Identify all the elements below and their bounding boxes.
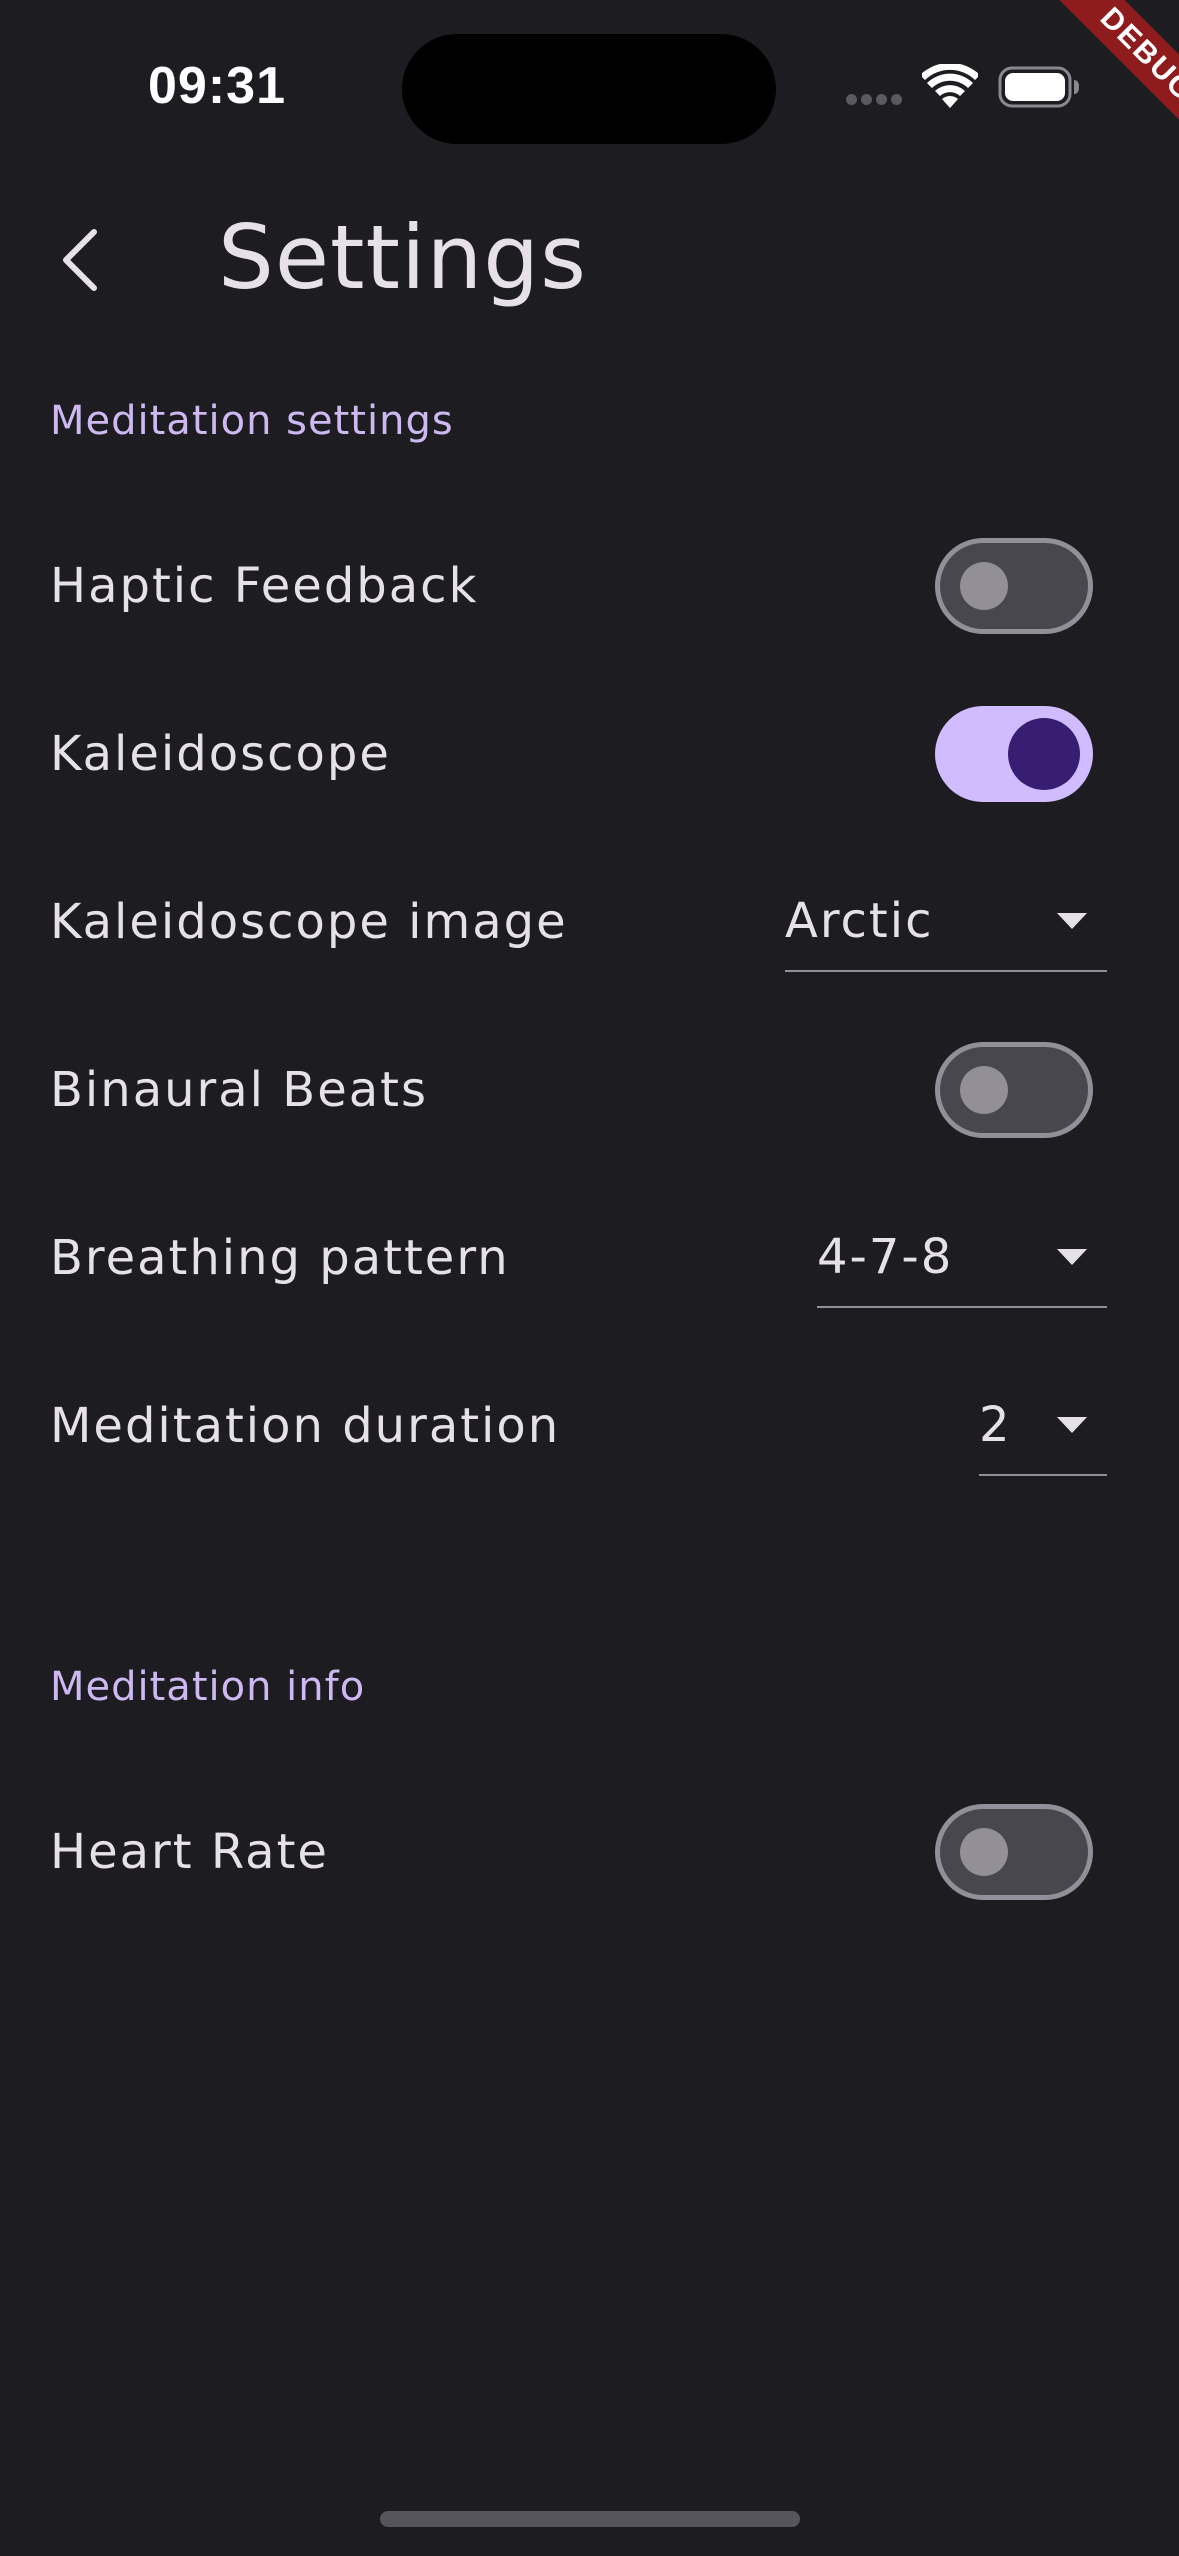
switch-knob: [960, 562, 1008, 610]
setting-label: Breathing pattern: [50, 1230, 510, 1286]
switch-knob: [960, 1066, 1008, 1114]
switch-knob: [960, 1828, 1008, 1876]
setting-row-kaleidoscope: Kaleidoscope: [0, 670, 1179, 838]
setting-label: Binaural Beats: [50, 1062, 428, 1118]
status-time: 09:31: [148, 57, 286, 115]
home-indicator[interactable]: [380, 2511, 800, 2527]
wifi-icon: [922, 64, 978, 108]
debug-banner-label: DEBUG: [1024, 0, 1179, 178]
back-button[interactable]: [30, 210, 130, 310]
setting-label: Haptic Feedback: [50, 558, 479, 614]
setting-row-binaural-beats: Binaural Beats: [0, 1006, 1179, 1174]
dropdown-value: 2: [979, 1397, 1012, 1453]
arrow-drop-down-icon: [1057, 1249, 1087, 1265]
setting-row-heart-rate: Heart Rate: [0, 1768, 1179, 1936]
dynamic-island: [402, 34, 776, 144]
heart-rate-switch[interactable]: [935, 1804, 1093, 1900]
dropdown-value: Arctic: [785, 893, 934, 949]
haptic-feedback-switch[interactable]: [935, 538, 1093, 634]
setting-row-breathing-pattern: Breathing pattern 4-7-8: [0, 1174, 1179, 1342]
cellular-signal-icon: [846, 94, 904, 110]
section-header-meditation-settings: Meditation settings: [50, 398, 454, 444]
section-header-meditation-info: Meditation info: [50, 1664, 366, 1710]
setting-label: Meditation duration: [50, 1398, 561, 1454]
arrow-drop-down-icon: [1057, 913, 1087, 929]
setting-label: Heart Rate: [50, 1824, 329, 1880]
dropdown-value: 4-7-8: [817, 1229, 954, 1285]
binaural-beats-switch[interactable]: [935, 1042, 1093, 1138]
setting-row-haptic-feedback: Haptic Feedback: [0, 502, 1179, 670]
meditation-duration-dropdown[interactable]: 2: [979, 1376, 1107, 1476]
chevron-left-icon: [63, 229, 97, 291]
kaleidoscope-image-dropdown[interactable]: Arctic: [785, 872, 1107, 972]
arrow-drop-down-icon: [1057, 1417, 1087, 1433]
settings-screen: 09:31 DEBUG Settings Meditation settings…: [0, 0, 1179, 2556]
setting-label: Kaleidoscope image: [50, 894, 568, 950]
page-title: Settings: [218, 206, 587, 309]
setting-row-meditation-duration: Meditation duration 2: [0, 1342, 1179, 1510]
debug-banner: DEBUG: [979, 0, 1179, 200]
switch-knob: [1008, 718, 1080, 790]
setting-label: Kaleidoscope: [50, 726, 391, 782]
kaleidoscope-switch[interactable]: [935, 706, 1093, 802]
breathing-pattern-dropdown[interactable]: 4-7-8: [817, 1208, 1107, 1308]
setting-row-kaleidoscope-image: Kaleidoscope image Arctic: [0, 838, 1179, 1006]
